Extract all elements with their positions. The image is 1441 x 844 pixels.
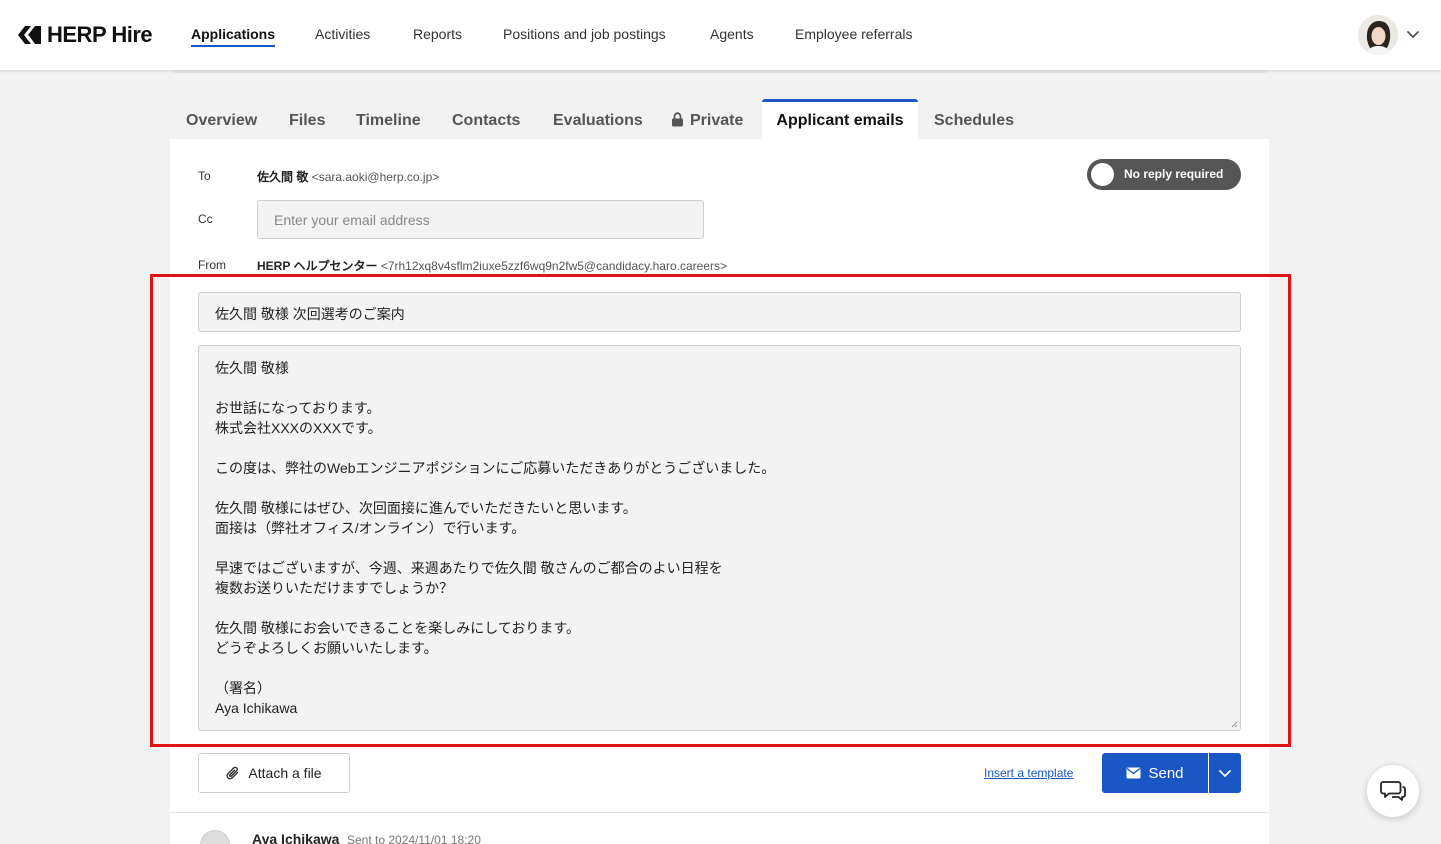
email-body-line: 佐久間 敬様にはぜひ、次回面接に進んでいただきたいと思います。: [215, 500, 637, 516]
app-logo-text: HERP Hire: [47, 22, 153, 47]
email-body-line: [215, 598, 1224, 618]
nav-employee-referrals[interactable]: Employee referrals: [795, 26, 913, 42]
toggle-knob: [1091, 163, 1114, 186]
chevron-down-icon[interactable]: [1406, 27, 1420, 41]
tab-overview[interactable]: Overview: [186, 112, 257, 130]
tab-applicant-emails-label: Applicant emails: [776, 112, 904, 129]
chat-bubbles-icon: [1380, 781, 1406, 801]
email-body-text: 佐久間 敬様お世話になっております。 株式会社XXXのXXXです。この度は、弊社の…: [215, 358, 1224, 718]
nav-applications[interactable]: Applications: [191, 26, 276, 47]
email-body-line: Aya Ichikawa: [215, 700, 298, 716]
email-body-line: 株式会社XXXのXXXです。: [215, 420, 382, 436]
tab-applicant-emails[interactable]: Applicant emails: [762, 99, 918, 139]
resize-grip-icon[interactable]: [1231, 721, 1238, 728]
from-label: From: [198, 258, 226, 272]
tab-private[interactable]: Private: [671, 112, 743, 130]
email-body-line: [215, 378, 1224, 398]
top-navigation-bar: HERP Hire Applications Activities Report…: [0, 0, 1441, 70]
app-logo[interactable]: HERP Hire: [16, 22, 153, 48]
sender-name: HERP ヘルプセンター: [257, 259, 378, 273]
email-body-textarea[interactable]: 佐久間 敬様お世話になっております。 株式会社XXXのXXXです。この度は、弊社の…: [198, 345, 1241, 731]
tab-evaluations[interactable]: Evaluations: [553, 112, 643, 130]
user-avatar-image: [1358, 15, 1398, 55]
send-label: Send: [1148, 764, 1184, 782]
tab-contacts[interactable]: Contacts: [452, 112, 520, 130]
email-body-line: [215, 438, 1224, 458]
email-body-line: （署名）: [215, 680, 271, 696]
email-body-line: 面接は（弊社オフィス/オンライン）で行います。: [215, 520, 526, 536]
chat-support-button[interactable]: [1367, 765, 1419, 817]
email-body-line: お世話になっております。: [215, 400, 381, 416]
email-body-line: どうぞよろしくお願いいたします。: [215, 640, 438, 656]
subject-input[interactable]: 佐久間 敬様 次回選考のご案内: [198, 292, 1241, 332]
recipient-name: 佐久間 敬: [257, 170, 309, 184]
attach-file-label: Attach a file: [248, 765, 322, 781]
nav-reports[interactable]: Reports: [413, 26, 462, 42]
tab-schedules[interactable]: Schedules: [934, 112, 1014, 130]
no-reply-required-toggle[interactable]: No reply required: [1087, 159, 1241, 190]
sender-address: <7rh12xq8v4sflm2iuxe5zzf6wq9n2fw5@candid…: [380, 259, 727, 273]
attach-file-button[interactable]: Attach a file: [198, 753, 350, 793]
section-divider: [170, 812, 1269, 813]
email-body-line: この度は、弊社のWebエンジニアポジションにご応募いただきありがとうございました…: [215, 460, 776, 476]
recipient-address: <sara.aoki@herp.co.jp>: [311, 170, 440, 184]
email-body-line: [215, 658, 1224, 678]
recipient: 佐久間 敬 <sara.aoki@herp.co.jp>: [257, 168, 439, 185]
send-button[interactable]: Send: [1102, 753, 1208, 793]
tab-timeline[interactable]: Timeline: [356, 112, 421, 130]
email-body-line: 複数お送りいただけますでしょうか？: [215, 580, 454, 596]
thread-sent-meta: Sent to 2024/11/01 18:20: [347, 833, 481, 844]
chevron-down-icon: [1219, 770, 1231, 778]
no-reply-required-label: No reply required: [1124, 167, 1224, 181]
user-avatar[interactable]: [1358, 15, 1398, 55]
tab-private-label: Private: [690, 112, 744, 129]
envelope-icon: [1126, 767, 1141, 779]
email-body-line: [215, 538, 1224, 558]
email-body-line: 佐久間 敬様: [215, 360, 289, 376]
email-body-line: [215, 478, 1224, 498]
tab-files[interactable]: Files: [289, 112, 325, 130]
cc-input[interactable]: [257, 200, 704, 239]
send-options-dropdown[interactable]: [1209, 753, 1241, 793]
to-label: To: [198, 169, 211, 183]
insert-template-link[interactable]: Insert a template: [984, 766, 1073, 780]
email-body-line: 早速ではございますが、今週、来週あたりで佐久間 敬さんのご都合のよい日程を: [215, 560, 723, 576]
nav-activities[interactable]: Activities: [315, 26, 370, 42]
lock-icon: [672, 112, 683, 127]
header-card-edge: [172, 70, 1268, 73]
email-body-line: 佐久間 敬様にお会いできることを楽しみにしております。: [215, 620, 580, 636]
nav-positions-and-job-postings[interactable]: Positions and job postings: [503, 26, 666, 42]
herp-logo-icon: [18, 26, 41, 44]
thread-sender-name: Aya Ichikawa: [252, 831, 340, 844]
nav-agents[interactable]: Agents: [710, 26, 754, 42]
paperclip-icon: [226, 766, 239, 779]
cc-label: Cc: [198, 212, 213, 226]
sender: HERP ヘルプセンター <7rh12xq8v4sflm2iuxe5zzf6wq…: [257, 257, 727, 274]
